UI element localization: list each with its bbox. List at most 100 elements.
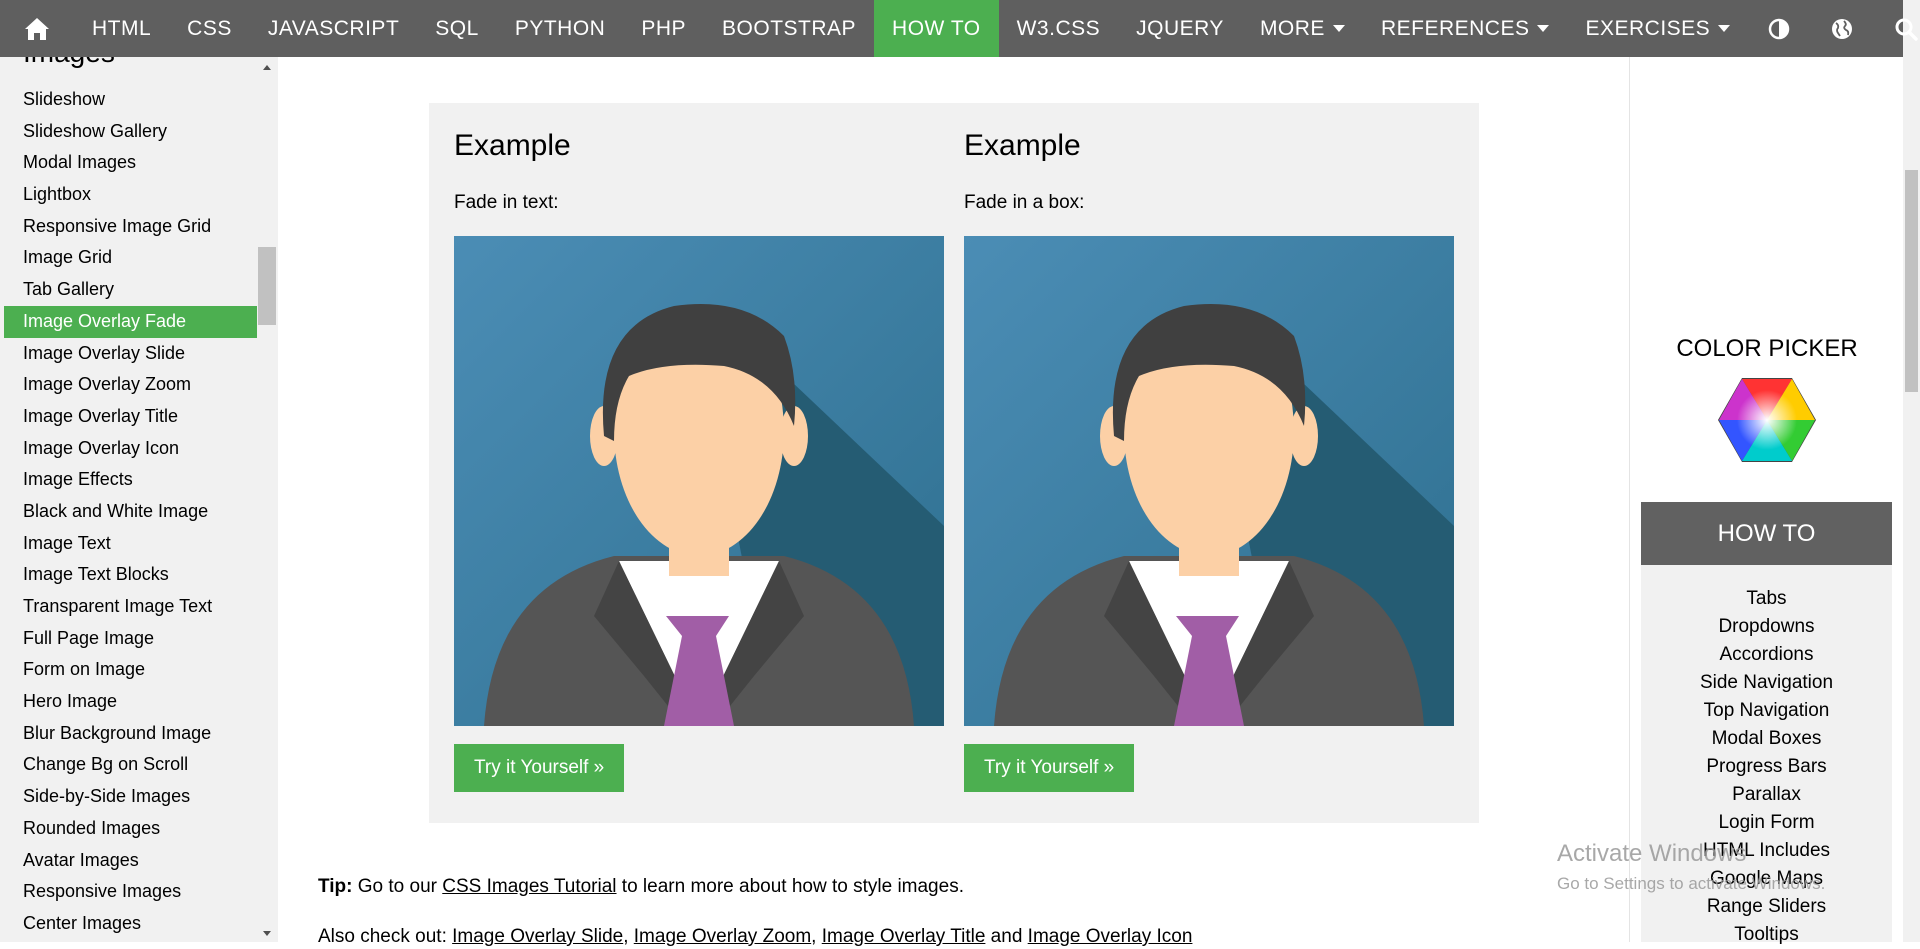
separator: , xyxy=(811,926,822,947)
sidebar-item[interactable]: Image Overlay Fade xyxy=(4,305,257,338)
search-icon xyxy=(1895,18,1918,41)
nav-w3css[interactable]: W3.CSS xyxy=(999,0,1119,57)
nav-more[interactable]: MORE xyxy=(1242,0,1363,57)
avatar-image xyxy=(964,236,1454,726)
sidebar-item[interactable]: Image Grid xyxy=(4,242,257,274)
css-images-tutorial-link[interactable]: CSS Images Tutorial xyxy=(442,876,616,897)
how-to-link[interactable]: Progress Bars xyxy=(1641,753,1892,781)
nav-javascript[interactable]: JAVASCRIPT xyxy=(250,0,417,57)
sidebar-item[interactable]: Change Bg on Scroll xyxy=(4,749,257,781)
how-to-panel: HOW TO Tabs Dropdowns Accordions Side Navig… xyxy=(1641,502,1892,945)
sidebar-item[interactable]: Tab Gallery xyxy=(4,274,257,306)
separator: and xyxy=(985,926,1028,947)
nav-more-label: MORE xyxy=(1259,16,1325,40)
sidebar-item[interactable]: Image Text xyxy=(4,528,257,560)
home-icon xyxy=(25,17,49,40)
sidebar-item[interactable]: Form on Image xyxy=(4,654,257,686)
how-to-link[interactable]: Modal Boxes xyxy=(1641,725,1892,753)
how-to-link[interactable]: Tabs xyxy=(1641,585,1892,613)
sidebar-item[interactable]: Image Overlay Slide xyxy=(4,338,257,370)
sidebar-heading: Images xyxy=(23,57,115,69)
sidebar-item[interactable]: Image Overlay Title xyxy=(4,401,257,433)
scroll-down-arrow-icon[interactable] xyxy=(263,931,271,936)
nav-css[interactable]: CSS xyxy=(169,0,250,57)
how-to-panel-title: HOW TO xyxy=(1641,502,1892,565)
nav-html[interactable]: HTML xyxy=(74,0,169,57)
sidebar-item[interactable]: Center Images xyxy=(4,908,257,940)
globe-icon xyxy=(1832,18,1853,39)
try-it-yourself-button[interactable]: Try it Yourself » xyxy=(454,744,625,792)
page-scrollbar[interactable] xyxy=(1903,0,1920,942)
sidebar-item[interactable]: Image Overlay Icon xyxy=(4,433,257,465)
language-button[interactable] xyxy=(1810,0,1874,57)
sidebar-item[interactable]: Side-by-Side Images xyxy=(4,781,257,813)
how-to-link[interactable]: Login Form xyxy=(1641,809,1892,837)
nav-exercises[interactable]: EXERCISES xyxy=(1567,0,1748,57)
sidebar-item[interactable]: Slideshow xyxy=(4,84,257,116)
sidebar-item[interactable]: Rounded Images xyxy=(4,813,257,845)
how-to-link[interactable]: Parallax xyxy=(1641,781,1892,809)
sidebar-item[interactable]: Image Text Blocks xyxy=(4,559,257,591)
theme-toggle-button[interactable] xyxy=(1748,0,1810,57)
example-title: Example xyxy=(964,129,1081,162)
sidebar-item[interactable]: Image Overlay Zoom xyxy=(4,369,257,401)
nav-php[interactable]: PHP xyxy=(623,0,704,57)
link-image-overlay-title[interactable]: Image Overlay Title xyxy=(822,926,986,947)
nav-sql[interactable]: SQL xyxy=(417,0,497,57)
tip-text: Go to our xyxy=(352,876,443,897)
how-to-link[interactable]: Accordions xyxy=(1641,641,1892,669)
nav-how-to[interactable]: HOW TO xyxy=(874,0,999,57)
sidebar-item[interactable]: Hero Image xyxy=(4,686,257,718)
also-text: Also check out: xyxy=(318,926,453,947)
nav-python[interactable]: PYTHON xyxy=(497,0,624,57)
page-scroll-thumb[interactable] xyxy=(1905,170,1918,392)
how-to-link[interactable]: Range Sliders xyxy=(1641,893,1892,921)
sidebar-item[interactable]: Responsive Images xyxy=(4,876,257,908)
contrast-icon xyxy=(1768,18,1790,39)
sidebar: Images SlideshowSlideshow GalleryModal I… xyxy=(0,57,278,942)
sidebar-item[interactable]: Full Page Image xyxy=(4,623,257,655)
sidebar-scrollbar[interactable] xyxy=(258,57,276,942)
how-to-link[interactable]: Google Maps xyxy=(1641,865,1892,893)
sidebar-item[interactable]: Avatar Images xyxy=(4,845,257,877)
sidebar-item[interactable]: Slideshow Gallery xyxy=(4,116,257,148)
nav-exercises-label: EXERCISES xyxy=(1585,16,1711,40)
try-it-yourself-button[interactable]: Try it Yourself » xyxy=(964,744,1135,792)
example-caption: Fade in a box: xyxy=(964,192,1085,213)
sidebar-item[interactable]: Responsive Image Grid xyxy=(4,211,257,243)
how-to-link[interactable]: Side Navigation xyxy=(1641,669,1892,697)
sidebar-item[interactable]: Blur Background Image xyxy=(4,718,257,750)
sidebar-scroll-thumb[interactable] xyxy=(258,247,276,325)
how-to-link[interactable]: Tooltips xyxy=(1641,921,1892,949)
caret-down-icon xyxy=(1332,25,1345,32)
sidebar-item[interactable]: Modal Images xyxy=(4,147,257,179)
nav-references-label: REFERENCES xyxy=(1380,16,1530,40)
nav-jquery[interactable]: JQUERY xyxy=(1118,0,1242,57)
right-column-divider xyxy=(1629,57,1630,942)
color-picker-title[interactable]: COLOR PICKER xyxy=(1642,335,1892,363)
sidebar-item[interactable]: Image Effects xyxy=(4,464,257,496)
how-to-link[interactable]: Top Navigation xyxy=(1641,697,1892,725)
caret-down-icon xyxy=(1718,25,1731,32)
link-image-overlay-slide[interactable]: Image Overlay Slide xyxy=(452,926,623,947)
tip-label: Tip: xyxy=(318,876,353,897)
sidebar-item[interactable]: Black and White Image xyxy=(4,496,257,528)
link-image-overlay-icon[interactable]: Image Overlay Icon xyxy=(1028,926,1193,947)
how-to-link[interactable]: HTML Includes xyxy=(1641,837,1892,865)
top-navigation: HTML CSS JAVASCRIPT SQL PYTHON PHP BOOTS… xyxy=(0,0,1918,57)
nav-references[interactable]: REFERENCES xyxy=(1363,0,1568,57)
link-image-overlay-zoom[interactable]: Image Overlay Zoom xyxy=(634,926,811,947)
example-container: Example Fade in text: Try it Yourself » … xyxy=(429,103,1479,823)
sidebar-item[interactable]: Lightbox xyxy=(4,179,257,211)
sidebar-item[interactable]: Transparent Image Text xyxy=(4,591,257,623)
caret-down-icon xyxy=(1537,25,1550,32)
how-to-link[interactable]: Dropdowns xyxy=(1641,613,1892,641)
home-button[interactable] xyxy=(0,0,74,57)
scroll-up-arrow-icon[interactable] xyxy=(263,65,271,70)
sidebar-list: Slideshow Slideshow Gallery Modal Images Li… xyxy=(4,84,257,940)
search-button[interactable] xyxy=(1874,0,1920,57)
separator: , xyxy=(623,926,634,947)
color-picker-icon[interactable] xyxy=(1717,377,1817,463)
example-caption: Fade in text: xyxy=(454,192,559,213)
nav-bootstrap[interactable]: BOOTSTRAP xyxy=(704,0,874,57)
